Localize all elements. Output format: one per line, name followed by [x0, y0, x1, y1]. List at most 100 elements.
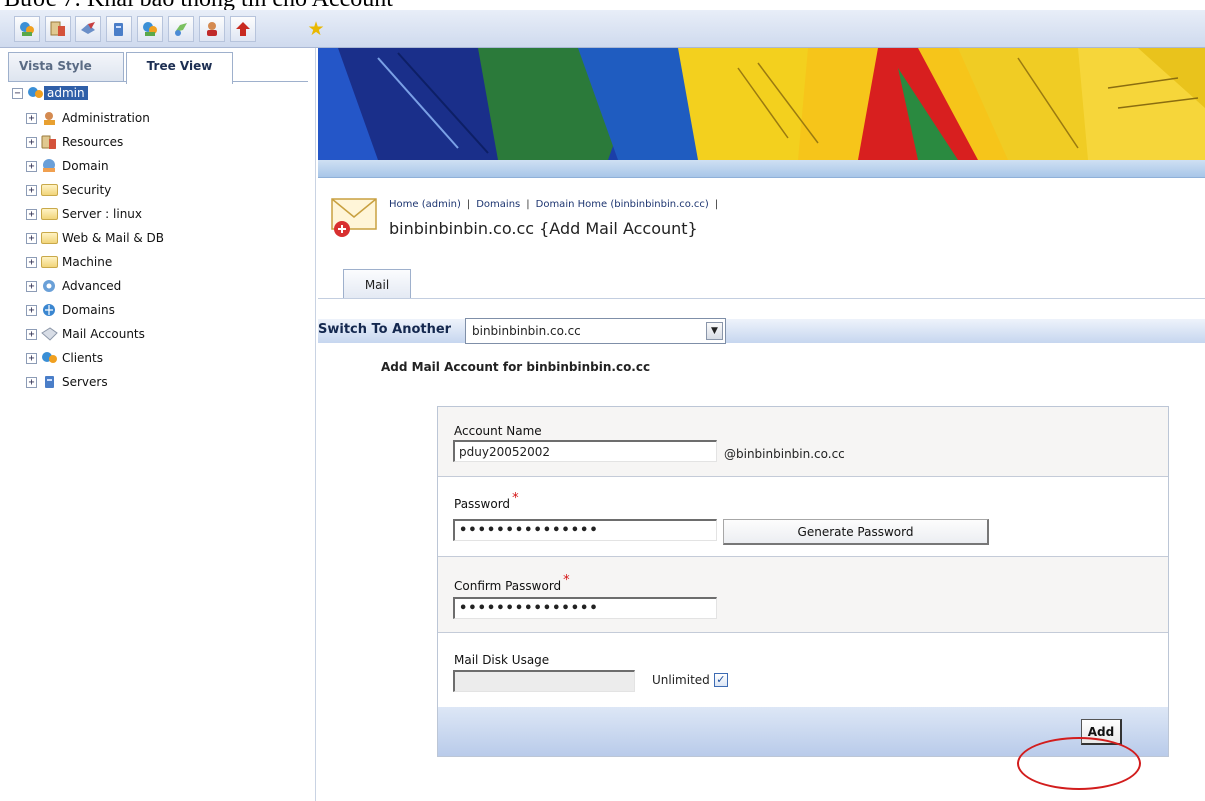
mail-disk-usage-input[interactable] [453, 670, 635, 692]
domain-select[interactable]: binbinbinbin.co.cc ▼ [465, 318, 726, 344]
confirm-password-input[interactable]: ••••••••••••••• [453, 597, 717, 619]
expand-icon[interactable]: + [26, 232, 37, 244]
user-icon[interactable] [199, 16, 225, 42]
page-title: binbinbinbin.co.cc {Add Mail Account} [389, 219, 698, 238]
tree-item-server-linux[interactable]: + Server : linux [26, 205, 142, 223]
account-name-input[interactable]: pduy20052002 [453, 440, 717, 462]
expand-icon[interactable]: + [26, 136, 37, 148]
domains-icon [43, 304, 55, 316]
web-icon[interactable] [168, 16, 194, 42]
domain-select-value: binbinbinbin.co.cc [472, 324, 581, 338]
favorite-star-icon[interactable]: ★ [303, 16, 329, 42]
tree-item-domains[interactable]: + Domains [26, 301, 115, 319]
clients-icon[interactable] [14, 16, 40, 42]
servers-icon[interactable] [106, 16, 132, 42]
expand-icon[interactable]: + [26, 256, 37, 268]
tree-item-label: Security [62, 183, 112, 197]
domain-icon [43, 159, 55, 172]
breadcrumb-separator: | [466, 199, 471, 210]
collapse-icon[interactable]: − [12, 87, 23, 99]
row-mail-disk-usage: Mail Disk Usage Unlimited ✓ [438, 633, 1168, 707]
upload-icon[interactable] [230, 16, 256, 42]
mail-accounts-icon [41, 327, 58, 341]
tree-item-label: Advanced [62, 279, 122, 293]
chevron-down-icon[interactable]: ▼ [706, 322, 723, 340]
breadcrumb: Home (admin) | Domains | Domain Home (binbin… [389, 199, 724, 210]
mail-icon[interactable] [75, 16, 101, 42]
breadcrumb-domains[interactable]: Domains [476, 199, 520, 210]
tree-item-label: Server : linux [62, 207, 143, 221]
unlimited-option[interactable]: Unlimited ✓ [652, 673, 728, 687]
tree-item-label: Administration [62, 111, 150, 125]
tree-item-mail-accounts[interactable]: + Mail Accounts [26, 325, 145, 343]
row-confirm-password: Confirm Password * ••••••••••••••• [438, 557, 1168, 633]
tree-item-machine[interactable]: + Machine [26, 253, 112, 271]
confirm-password-label: Confirm Password * [454, 573, 570, 594]
tree-item-security[interactable]: + Security [26, 181, 111, 199]
breadcrumb-separator: | [526, 199, 530, 210]
password-label: Password * [454, 491, 519, 512]
tree-item-domain[interactable]: + Domain [26, 157, 109, 175]
expand-icon[interactable]: + [26, 184, 37, 196]
tree-item-administration[interactable]: + Administration [26, 109, 150, 127]
tree-item-label: Domain [62, 159, 109, 173]
required-marker: * [512, 491, 519, 506]
toolbar: ★ [0, 10, 1205, 48]
expand-icon[interactable]: + [26, 208, 37, 220]
password-input[interactable]: ••••••••••••••• [453, 519, 717, 541]
mail-envelope-icon [330, 193, 380, 239]
resources-icon[interactable] [45, 16, 71, 42]
tree-item-servers[interactable]: + Servers [26, 373, 108, 391]
expand-icon[interactable]: + [26, 328, 37, 340]
breadcrumb-domain-home[interactable]: Domain Home (binbinbinbin.co.cc) [536, 199, 709, 210]
generate-password-button[interactable]: Generate Password [723, 519, 989, 545]
domain-suffix: @binbinbinbin.co.cc [724, 447, 845, 461]
clients-icon[interactable] [137, 16, 163, 42]
tree-item-resources[interactable]: + Resources [26, 133, 123, 151]
banner-footer-strip [318, 160, 1205, 178]
breadcrumb-separator: | [714, 199, 719, 210]
row-password: Password * ••••••••••••••• Generate Passw… [438, 477, 1168, 557]
password-label-text: Password [454, 497, 511, 511]
folder-icon [41, 256, 58, 268]
left-panel: Vista Style Tree View − admin + Administ… [0, 48, 316, 801]
tree-item-advanced[interactable]: + Advanced [26, 277, 121, 295]
tree-item-label: Servers [62, 375, 108, 389]
tree-root[interactable]: − admin [12, 84, 88, 102]
clients-icon [42, 352, 57, 363]
page: Bước 7: Khai báo thông tin cho Account ★ [0, 0, 1205, 801]
tree-item-web-mail-db[interactable]: + Web & Mail & DB [26, 229, 164, 247]
tab-rule [318, 298, 1205, 299]
advanced-icon [43, 280, 55, 292]
header-banner [318, 48, 1205, 160]
expand-icon[interactable]: + [26, 352, 37, 364]
expand-icon[interactable]: + [26, 304, 37, 316]
confirm-password-label-text: Confirm Password [454, 579, 562, 593]
tab-vista-style[interactable]: Vista Style [8, 52, 124, 82]
expand-icon[interactable]: + [26, 160, 37, 172]
unlimited-checkbox[interactable]: ✓ [713, 673, 728, 687]
folder-icon [41, 184, 58, 196]
tab-tree-view[interactable]: Tree View [126, 52, 233, 84]
tree-item-label: Domains [62, 303, 115, 317]
expand-icon[interactable]: + [26, 376, 37, 388]
tree-item-clients[interactable]: + Clients [26, 349, 103, 367]
tree-root-label[interactable]: admin [44, 86, 88, 100]
expand-icon[interactable]: + [26, 280, 37, 292]
required-marker: * [563, 573, 570, 588]
tree-item-label: Mail Accounts [62, 327, 145, 341]
mail-disk-usage-label: Mail Disk Usage [454, 653, 550, 667]
administration-icon [44, 112, 55, 125]
folder-icon [41, 232, 58, 244]
breadcrumb-home[interactable]: Home (admin) [389, 199, 461, 210]
resources-icon [41, 135, 56, 149]
tab-mail[interactable]: Mail [343, 269, 411, 299]
row-account-name: Account Name pduy20052002 @binbinbinbin.… [438, 407, 1168, 477]
tree-item-label: Machine [62, 255, 113, 269]
unlimited-label: Unlimited [652, 673, 710, 687]
tree-item-label: Web & Mail & DB [62, 231, 164, 245]
expand-icon[interactable]: + [26, 112, 37, 124]
servers-icon [45, 376, 54, 388]
highlight-circle [1017, 737, 1141, 790]
account-name-label: Account Name [454, 424, 542, 438]
